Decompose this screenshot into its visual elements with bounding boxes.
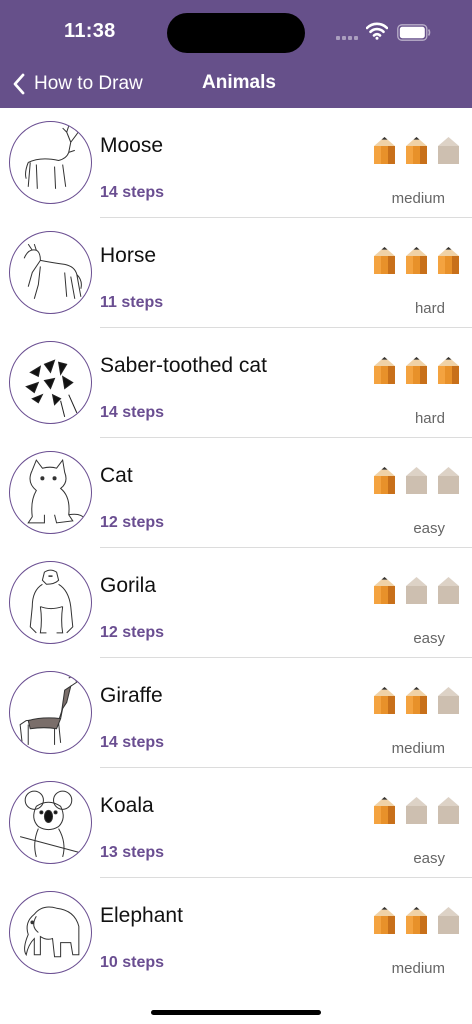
elephant-thumbnail: [9, 891, 92, 974]
status-time: 11:38: [64, 20, 116, 42]
step-count: 14 steps: [100, 734, 165, 751]
pencil-empty-icon: [406, 467, 427, 494]
animal-name: Horse: [100, 244, 157, 267]
pencil-filled-icon: [374, 687, 395, 714]
pencil-empty-icon: [438, 687, 459, 714]
animal-name: Gorila: [100, 574, 157, 597]
list-item-moose[interactable]: Moose 14 steps medium: [0, 108, 472, 218]
step-count: 14 steps: [100, 184, 165, 201]
dynamic-island: [167, 13, 305, 53]
list-item-koala[interactable]: Koala 13 steps easy: [0, 768, 472, 878]
difficulty-rating: [373, 906, 463, 934]
pencil-filled-icon: [374, 467, 395, 494]
chevron-left-icon: [13, 73, 25, 95]
step-count: 14 steps: [100, 404, 165, 421]
difficulty-rating: [373, 796, 463, 824]
pencil-filled-icon: [374, 577, 395, 604]
pencil-filled-icon: [374, 137, 395, 164]
pencil-empty-icon: [406, 797, 427, 824]
difficulty-rating: [373, 576, 463, 604]
pencil-empty-icon: [406, 577, 427, 604]
pencil-filled-icon: [374, 357, 395, 384]
step-count: 13 steps: [100, 844, 165, 861]
difficulty-rating: [373, 686, 463, 714]
pencil-filled-icon: [438, 357, 459, 384]
difficulty-label: medium: [391, 190, 445, 207]
difficulty-label: medium: [391, 960, 445, 977]
animal-name: Saber-toothed cat: [100, 354, 267, 377]
pencil-filled-icon: [406, 247, 427, 274]
koala-thumbnail: [9, 781, 92, 864]
difficulty-rating: [373, 246, 463, 274]
difficulty-rating: [373, 356, 463, 384]
pencil-empty-icon: [438, 467, 459, 494]
gorilla-thumbnail: [9, 561, 92, 644]
animal-name: Elephant: [100, 904, 183, 927]
wifi-icon: [366, 22, 388, 40]
list-item-saber-toothed-cat[interactable]: Saber-toothed cat 14 steps hard: [0, 328, 472, 438]
pencil-empty-icon: [438, 907, 459, 934]
moose-thumbnail: [9, 121, 92, 204]
difficulty-label: easy: [413, 520, 445, 537]
giraffe-thumbnail: [9, 671, 92, 754]
animal-name: Koala: [100, 794, 154, 817]
pencil-empty-icon: [438, 797, 459, 824]
home-indicator[interactable]: [151, 1010, 321, 1015]
pencil-empty-icon: [438, 577, 459, 604]
pencil-empty-icon: [438, 137, 459, 164]
difficulty-label: easy: [413, 850, 445, 867]
cat-thumbnail: [9, 451, 92, 534]
step-count: 12 steps: [100, 624, 165, 641]
cellular-signal-icon: [336, 36, 358, 40]
difficulty-rating: [373, 136, 463, 164]
saber-toothed-cat-thumbnail: [9, 341, 92, 424]
difficulty-label: medium: [391, 740, 445, 757]
difficulty-label: hard: [414, 300, 445, 317]
pencil-filled-icon: [406, 687, 427, 714]
pencil-filled-icon: [438, 247, 459, 274]
step-count: 12 steps: [100, 514, 165, 531]
list-item-elephant[interactable]: Elephant 10 steps medium: [0, 878, 472, 988]
animal-list: Moose 14 steps medium Horse 11 steps har…: [0, 108, 472, 988]
back-button[interactable]: How to Draw: [12, 70, 143, 98]
animal-name: Moose: [100, 134, 164, 157]
list-item-gorila[interactable]: Gorila 12 steps easy: [0, 548, 472, 658]
step-count: 10 steps: [100, 954, 165, 971]
horse-thumbnail: [9, 231, 92, 314]
difficulty-label: hard: [414, 410, 445, 427]
pencil-filled-icon: [406, 357, 427, 384]
difficulty-label: easy: [413, 630, 445, 647]
list-item-horse[interactable]: Horse 11 steps hard: [0, 218, 472, 328]
animal-name: Giraffe: [100, 684, 163, 707]
page-title: Animals: [202, 72, 276, 93]
pencil-filled-icon: [374, 247, 395, 274]
pencil-filled-icon: [374, 797, 395, 824]
pencil-filled-icon: [406, 137, 427, 164]
pencil-filled-icon: [406, 907, 427, 934]
nav-bar: 11:38 How to Draw Animals: [0, 0, 472, 108]
battery-icon: [397, 24, 431, 41]
animal-name: Cat: [100, 464, 133, 487]
pencil-filled-icon: [374, 907, 395, 934]
back-button-label: How to Draw: [34, 73, 143, 94]
step-count: 11 steps: [100, 294, 164, 311]
list-item-giraffe[interactable]: Giraffe 14 steps medium: [0, 658, 472, 768]
list-item-cat[interactable]: Cat 12 steps easy: [0, 438, 472, 548]
difficulty-rating: [373, 466, 463, 494]
